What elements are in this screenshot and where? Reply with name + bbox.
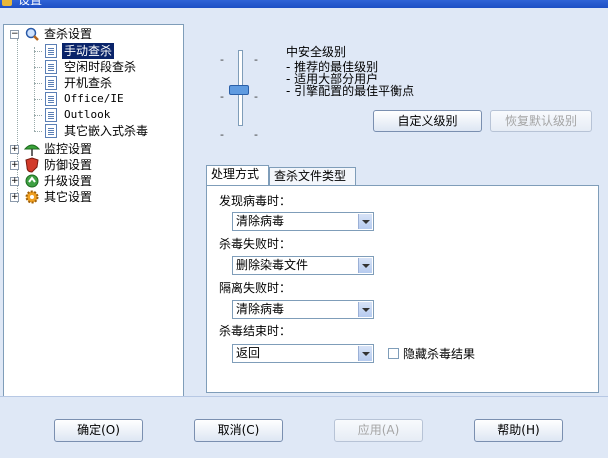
app-icon: [2, 0, 12, 6]
slider-tick: -: [254, 128, 258, 141]
security-level-title: 中安全级别: [286, 45, 347, 59]
kill-fail-value: 删除染毒文件: [236, 258, 309, 272]
tree-connector: [34, 51, 42, 52]
document-icon: [45, 76, 57, 90]
found-virus-value: 清除病毒: [236, 214, 285, 228]
window-title: 设置: [18, 0, 43, 7]
tree-item-office-ie[interactable]: Office/IE: [64, 91, 124, 107]
chevron-down-icon[interactable]: [358, 258, 372, 273]
tree-connector: [34, 131, 42, 132]
monitor-umbrella-icon: [23, 141, 41, 156]
expand-toggle[interactable]: +: [10, 177, 19, 186]
kill-fail-select[interactable]: 删除染毒文件: [232, 256, 374, 275]
slider-tick: -: [220, 90, 224, 103]
kill-end-label: 杀毒结束时：: [219, 324, 292, 338]
cancel-button[interactable]: 取消(C): [194, 419, 283, 442]
quarantine-fail-select[interactable]: 清除病毒: [232, 300, 374, 319]
found-virus-label: 发现病毒时：: [219, 194, 292, 208]
slider-tick: -: [220, 53, 224, 66]
tree-connector: [34, 47, 35, 131]
quarantine-fail-label: 隔离失败时：: [219, 281, 292, 295]
slider-tick: -: [254, 90, 258, 103]
tree-item-embedded-scan[interactable]: 其它嵌入式杀毒: [64, 123, 148, 139]
quarantine-fail-value: 清除病毒: [236, 302, 285, 316]
ok-button[interactable]: 确定(O): [54, 419, 143, 442]
tree-item-monitor-settings[interactable]: 监控设置: [44, 141, 92, 157]
chevron-down-icon[interactable]: [358, 346, 372, 361]
update-icon: [24, 173, 39, 188]
tree-connector: [34, 83, 42, 84]
help-button[interactable]: 帮助(H): [474, 419, 563, 442]
title-bar: 设置: [0, 0, 608, 8]
found-virus-select[interactable]: 清除病毒: [232, 212, 374, 231]
document-icon: [45, 60, 57, 74]
tree-item-idle-scan[interactable]: 空闲时段查杀: [64, 59, 136, 75]
settings-tree[interactable]: − 查杀设置 手动查杀 空闲时段查杀 开机查杀 Office/IE Outloo…: [3, 24, 184, 398]
expand-toggle[interactable]: +: [10, 145, 19, 154]
gear-icon: [24, 189, 39, 204]
kill-end-value: 返回: [236, 346, 261, 360]
collapse-toggle[interactable]: −: [10, 30, 19, 39]
restore-default-button[interactable]: 恢复默认级别: [490, 110, 592, 132]
tree-item-outlook[interactable]: Outlook: [64, 107, 110, 123]
magnifier-icon: [24, 26, 39, 41]
chevron-down-icon[interactable]: [358, 302, 372, 317]
tree-connector: [34, 115, 42, 116]
level-desc-line: - 引擎配置的最佳平衡点: [286, 84, 415, 98]
slider-thumb[interactable]: [229, 85, 249, 95]
tree-connector: [34, 99, 42, 100]
dialog-button-bar: 确定(O) 取消(C) 应用(A) 帮助(H): [0, 396, 608, 458]
expand-toggle[interactable]: +: [10, 193, 19, 202]
slider-tick: -: [254, 53, 258, 66]
tree-connector: [34, 67, 42, 68]
document-icon: [45, 44, 57, 58]
tree-item-other-settings[interactable]: 其它设置: [44, 189, 92, 205]
kill-fail-label: 杀毒失败时：: [219, 237, 292, 251]
hide-result-checkbox[interactable]: [388, 348, 399, 359]
tree-item-manual-scan[interactable]: 手动查杀: [62, 43, 115, 59]
security-level-description: - 推荐的最佳级别 - 适用大部分用户 - 引擎配置的最佳平衡点: [286, 61, 414, 97]
settings-window: − 查杀设置 手动查杀 空闲时段查杀 开机查杀 Office/IE Outloo…: [0, 8, 608, 457]
apply-button[interactable]: 应用(A): [334, 419, 423, 442]
hide-result-label: 隐藏杀毒结果: [403, 347, 476, 361]
shield-icon: [24, 157, 39, 173]
document-icon: [45, 108, 57, 122]
tab-handling[interactable]: 处理方式: [206, 165, 269, 185]
custom-level-button[interactable]: 自定义级别: [373, 110, 482, 132]
settings-content: - - - - - - 中安全级别 - 推荐的最佳级别 - 适用大部分用户 - …: [194, 24, 599, 398]
tree-item-defense-settings[interactable]: 防御设置: [44, 157, 92, 173]
tab-file-types[interactable]: 查杀文件类型: [269, 167, 356, 185]
kill-end-select[interactable]: 返回: [232, 344, 374, 363]
tree-item-update-settings[interactable]: 升级设置: [44, 173, 92, 189]
tree-item-startup-scan[interactable]: 开机查杀: [64, 75, 112, 91]
document-icon: [45, 124, 57, 138]
handling-tab-page: 发现病毒时： 清除病毒 杀毒失败时： 删除染毒文件 隔离失败时： 清除病毒 杀毒…: [206, 185, 599, 393]
tree-item-scan-settings[interactable]: 查杀设置: [44, 26, 92, 42]
expand-toggle[interactable]: +: [10, 161, 19, 170]
document-icon: [45, 92, 57, 106]
chevron-down-icon[interactable]: [358, 214, 372, 229]
slider-tick: -: [220, 128, 224, 141]
